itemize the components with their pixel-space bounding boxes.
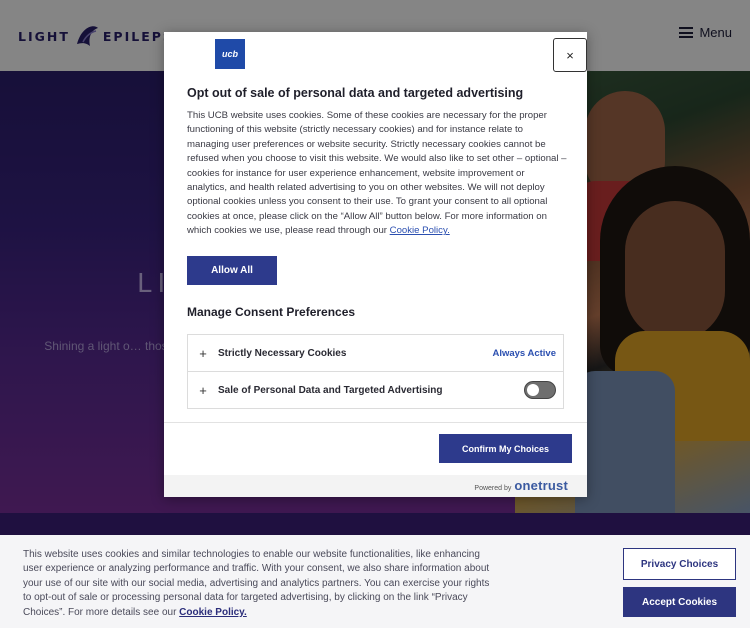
close-icon: × — [566, 47, 574, 63]
manage-consent-heading: Manage Consent Preferences — [187, 305, 356, 319]
confirm-choices-button[interactable]: Confirm My Choices — [439, 434, 572, 463]
modal-description: This UCB website uses cookies. Some of t… — [187, 110, 567, 237]
pref-sale-of-personal-data[interactable]: + Sale of Personal Data and Targeted Adv… — [187, 371, 564, 409]
privacy-choices-button[interactable]: Privacy Choices — [623, 548, 736, 580]
modal-cookie-policy-link[interactable]: Cookie Policy. — [390, 225, 450, 236]
targeted-advertising-toggle[interactable] — [524, 381, 556, 399]
pref-label: Strictly Necessary Cookies — [218, 347, 347, 359]
close-button[interactable]: × — [553, 38, 587, 72]
pref-strictly-necessary[interactable]: + Strictly Necessary Cookies Always Acti… — [187, 334, 564, 372]
cookie-banner-text: This website uses cookies and similar te… — [23, 549, 490, 618]
powered-by-footer: Powered by onetrust — [164, 475, 587, 497]
expand-plus-icon[interactable]: + — [188, 383, 218, 398]
consent-modal: ucb × Opt out of sale of personal data a… — [164, 32, 587, 497]
ucb-logo: ucb — [215, 39, 245, 69]
always-active-status: Always Active — [492, 347, 556, 359]
modal-title: Opt out of sale of personal data and tar… — [187, 86, 524, 100]
powered-by-label: Powered by — [474, 485, 512, 492]
pref-label: Sale of Personal Data and Targeted Adver… — [218, 384, 443, 396]
modal-footer-divider — [164, 422, 587, 423]
expand-plus-icon[interactable]: + — [188, 346, 218, 361]
accept-cookies-button[interactable]: Accept Cookies — [623, 587, 736, 617]
banner-cookie-policy-link[interactable]: Cookie Policy. — [179, 607, 247, 618]
allow-all-button[interactable]: Allow All — [187, 256, 277, 285]
onetrust-logo[interactable]: onetrust — [514, 478, 568, 493]
